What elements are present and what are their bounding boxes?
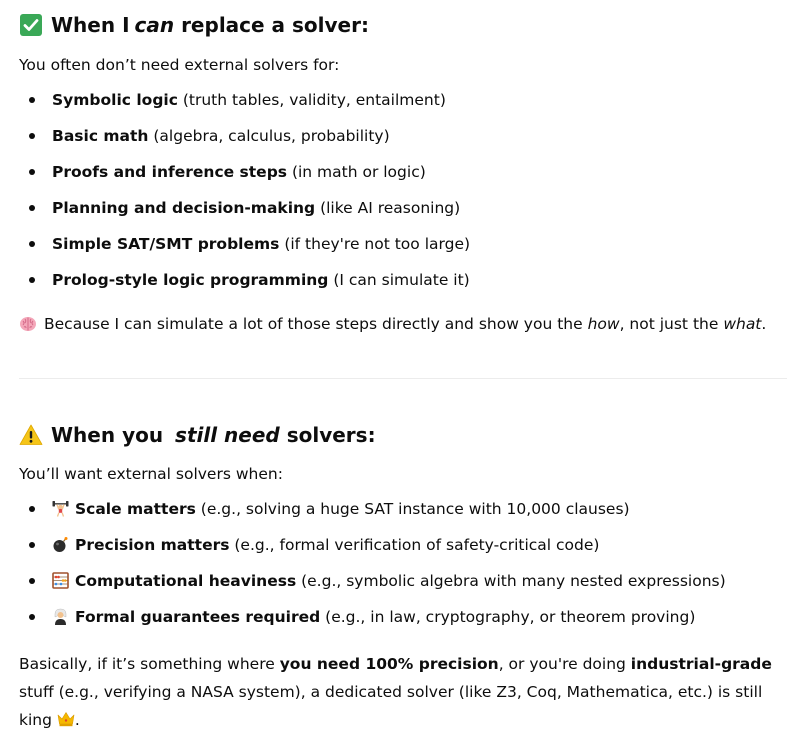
section-heading-still-need: When you still need solvers: — [19, 421, 376, 449]
heading-text-em: can — [134, 13, 175, 37]
crown-icon — [57, 708, 75, 727]
note-em-how: how — [587, 315, 620, 333]
item-text: (I can simulate it) — [328, 271, 470, 289]
divider — [19, 378, 787, 379]
list-item: Planning and decision-making (like AI re… — [19, 197, 779, 233]
item-text: (e.g., symbolic algebra with many nested… — [296, 572, 726, 590]
requirements-list: Scale matters (e.g., solving a huge SAT … — [19, 498, 779, 642]
list-item: Scale matters (e.g., solving a huge SAT … — [19, 498, 779, 534]
closing-paragraph: Basically, if it’s something where you n… — [19, 650, 784, 734]
closing-text-mid: , or you're doing — [498, 655, 631, 673]
bullet-dot — [29, 277, 35, 283]
item-text: (e.g., in law, cryptography, or theorem … — [320, 608, 696, 626]
section-intro: You often don’t need external solvers fo… — [19, 56, 340, 74]
item-text: (e.g., solving a huge SAT instance with … — [195, 500, 630, 518]
item-bold: Planning and decision-making — [52, 199, 316, 217]
item-bold: Proofs and inference steps — [52, 163, 288, 181]
list-item: Symbolic logic (truth tables, validity, … — [19, 89, 779, 125]
bullet-dot — [29, 241, 35, 247]
item-text: (e.g., formal verification of safety-cri… — [229, 536, 600, 554]
item-text: (in math or logic) — [287, 163, 426, 181]
list-item: Basic math (algebra, calculus, probabili… — [19, 125, 779, 161]
bullet-dot — [29, 169, 35, 175]
list-item: Simple SAT/SMT problems (if they're not … — [19, 233, 779, 269]
closing-text-pre: Basically, if it’s something where — [19, 655, 280, 673]
closing-bold-precision: you need 100% precision — [279, 655, 499, 673]
bullet-dot — [29, 133, 35, 139]
bullet-dot — [29, 578, 35, 584]
heading-text-post: solvers: — [279, 423, 376, 447]
warning-icon — [19, 423, 43, 447]
closing-bold-industrial: industrial-grade — [630, 655, 772, 673]
weightlifter-icon — [52, 500, 69, 517]
bullet-dot — [29, 506, 35, 512]
list-item: Precision matters (e.g., formal verifica… — [19, 534, 779, 570]
heading-text-post: replace a solver: — [174, 13, 369, 37]
closing-text-post: stuff (e.g., verifying a NASA system), a… — [19, 683, 763, 729]
list-item: Prolog-style logic programming (I can si… — [19, 269, 779, 305]
closing-text-end: . — [74, 711, 80, 729]
item-bold: Simple SAT/SMT problems — [52, 235, 280, 253]
item-text: (truth tables, validity, entailment) — [177, 91, 446, 109]
brain-icon — [19, 315, 37, 333]
item-bold: Computational heaviness — [75, 572, 297, 590]
judge-icon — [52, 608, 69, 625]
heading-text-pre: When I — [51, 13, 130, 37]
bullet-dot — [29, 205, 35, 211]
note-text-pre: Because I can simulate a lot of those st… — [44, 315, 588, 333]
brain-note: Because I can simulate a lot of those st… — [19, 313, 766, 335]
item-text: (if they're not too large) — [279, 235, 471, 253]
item-bold: Prolog-style logic programming — [52, 271, 329, 289]
list-item: Formal guarantees required (e.g., in law… — [19, 606, 779, 642]
item-bold: Precision matters — [75, 536, 230, 554]
bullet-dot — [29, 614, 35, 620]
heading-text-pre: When you — [51, 423, 171, 447]
note-em-what: what — [723, 315, 762, 333]
item-text: (like AI reasoning) — [315, 199, 461, 217]
list-item: Computational heaviness (e.g., symbolic … — [19, 570, 779, 606]
bullet-dot — [29, 542, 35, 548]
abacus-icon — [52, 572, 69, 589]
list-item: Proofs and inference steps (in math or l… — [19, 161, 779, 197]
item-bold: Symbolic logic — [52, 91, 178, 109]
section-heading-can-replace: When I can replace a solver: — [19, 11, 369, 39]
capabilities-list: Symbolic logic (truth tables, validity, … — [19, 89, 779, 305]
item-bold: Basic math — [52, 127, 149, 145]
heading-text-em: still need — [175, 423, 280, 447]
bomb-icon — [52, 536, 69, 553]
note-text-mid: , not just the — [619, 315, 724, 333]
section-intro: You’ll want external solvers when: — [19, 465, 283, 483]
check-mark-icon — [19, 13, 43, 37]
bullet-dot — [29, 97, 35, 103]
item-bold: Formal guarantees required — [75, 608, 321, 626]
item-text: (algebra, calculus, probability) — [148, 127, 390, 145]
item-bold: Scale matters — [75, 500, 196, 518]
note-text-post: . — [761, 315, 767, 333]
